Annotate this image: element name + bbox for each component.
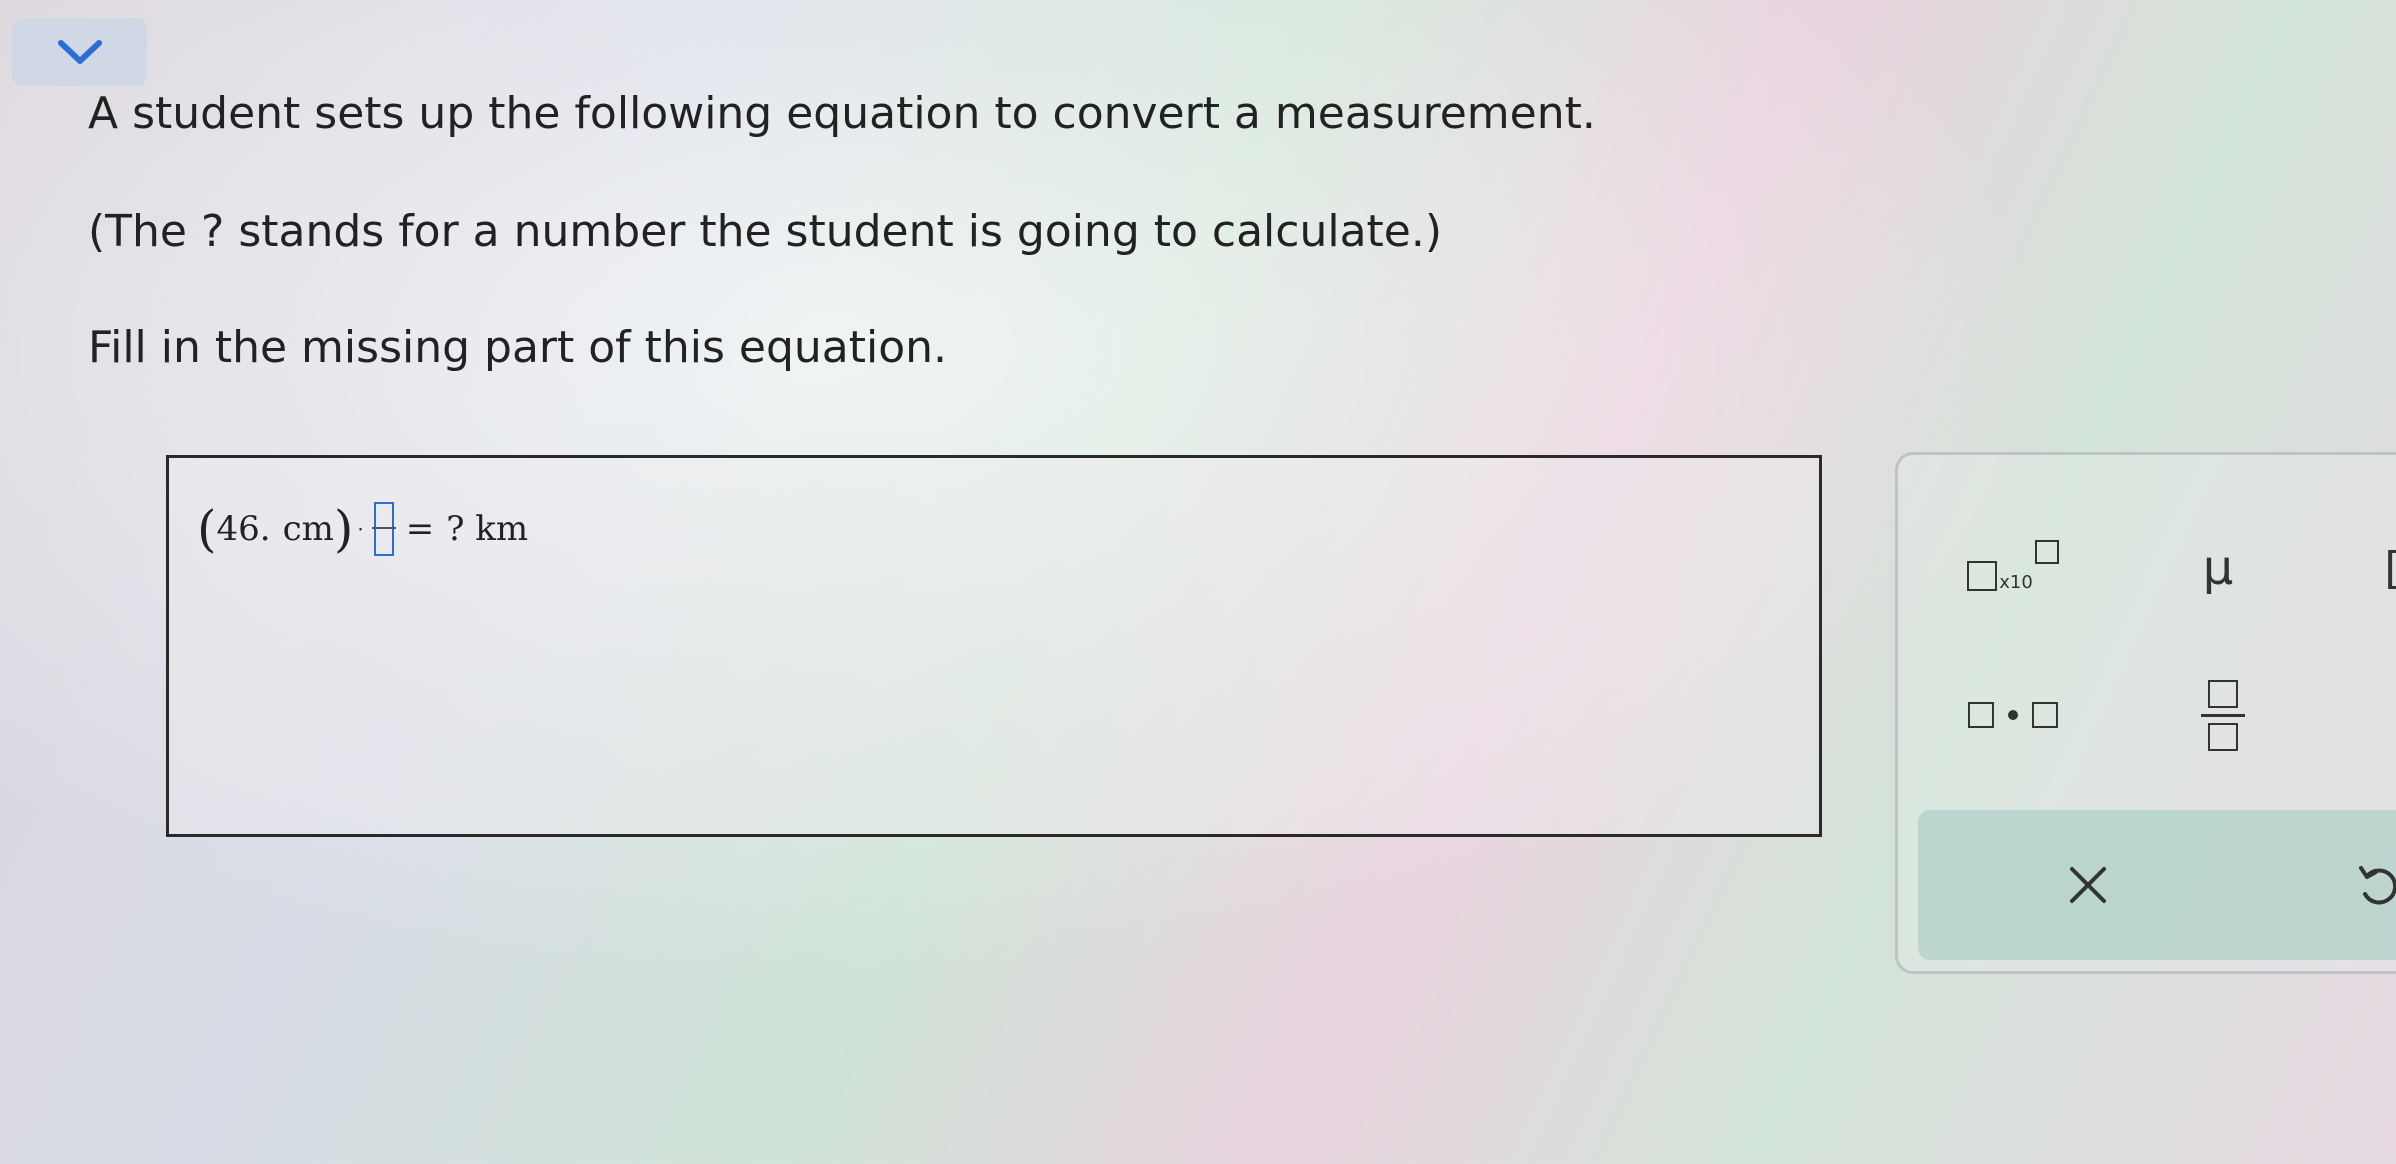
clear-button[interactable] xyxy=(2043,840,2133,930)
mu-symbol-button[interactable]: μ xyxy=(2178,533,2258,603)
base-box-icon xyxy=(1967,561,1998,591)
multiply-dot-icon xyxy=(2008,710,2018,720)
fraction-bar-icon xyxy=(2201,713,2245,717)
undo-button[interactable] xyxy=(2338,840,2396,930)
close-paren: ) xyxy=(333,500,354,558)
multiply-operator: · xyxy=(357,517,364,541)
question-text-line-3: Fill in the missing part of this equatio… xyxy=(88,322,948,373)
bracket-icon: [ xyxy=(2384,543,2396,594)
more-tools-button[interactable]: [ xyxy=(2378,543,2396,594)
times-ten-label: x10 xyxy=(1999,571,2033,593)
open-paren: ( xyxy=(197,500,217,558)
action-bar xyxy=(1918,810,2396,960)
collapse-button[interactable] xyxy=(12,18,147,86)
answer-input-area[interactable]: ( 46. cm ) · = ? km xyxy=(166,455,1822,837)
close-icon xyxy=(2070,867,2106,903)
equals-sign: = xyxy=(405,509,435,549)
fraction-button[interactable] xyxy=(2188,665,2258,765)
result-unknown: ? km xyxy=(446,509,529,549)
question-text-line-1: A student sets up the following equation… xyxy=(88,88,1596,139)
math-toolbox: x10 μ [ xyxy=(1895,452,2396,974)
scientific-notation-button[interactable]: x10 xyxy=(1948,525,2078,605)
measurement-unit: cm xyxy=(282,509,334,549)
equation: ( 46. cm ) · = ? km xyxy=(197,502,528,556)
conversion-factor-input[interactable] xyxy=(371,502,396,556)
right-operand-box-icon xyxy=(2032,702,2058,728)
denominator-box-icon xyxy=(2208,722,2238,751)
exponent-box-icon xyxy=(2034,540,2059,564)
measurement-value: 46. xyxy=(216,509,271,549)
multiplication-button[interactable] xyxy=(1948,675,2078,755)
numerator-box-icon xyxy=(2208,679,2238,708)
chevron-down-icon xyxy=(57,40,102,64)
left-operand-box-icon xyxy=(1968,702,1994,728)
undo-icon xyxy=(2359,866,2396,905)
question-text-line-2: (The ? stands for a number the student i… xyxy=(88,206,1443,257)
mu-icon: μ xyxy=(2202,540,2234,596)
